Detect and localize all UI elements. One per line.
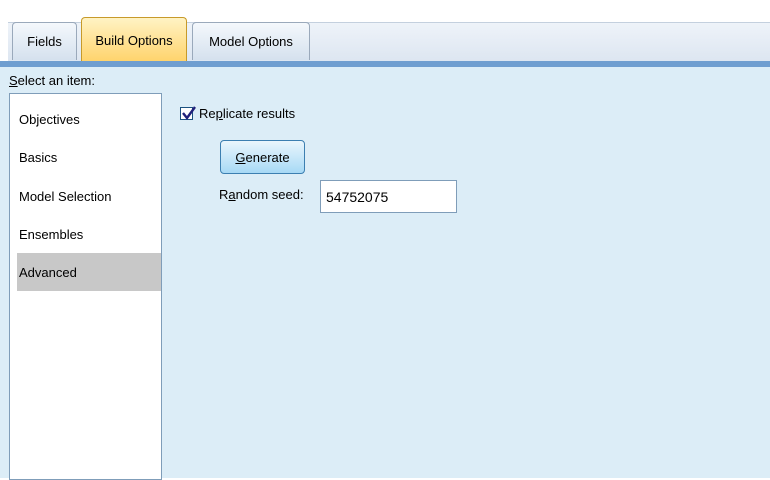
replicate-results-checkbox[interactable] — [180, 106, 196, 120]
tab-bar: Fields Build Options Model Options — [0, 0, 770, 70]
list-item-model-selection[interactable]: Model Selection — [17, 177, 161, 215]
list-item-label: Model Selection — [19, 188, 112, 204]
select-item-label: Select an item: — [9, 73, 95, 88]
list-item-label: Advanced — [19, 264, 77, 280]
tab-model-options-label: Model Options — [209, 34, 293, 49]
tab-fields-label: Fields — [27, 34, 62, 49]
list-item-advanced[interactable]: Advanced — [17, 253, 161, 291]
generate-button-label: Generate — [235, 149, 290, 165]
random-seed-input[interactable] — [320, 180, 457, 213]
list-item-label: Objectives — [19, 111, 80, 127]
list-item-label: Basics — [19, 149, 58, 165]
list-item-objectives[interactable]: Objectives — [17, 100, 161, 138]
tab-model-options[interactable]: Model Options — [192, 22, 310, 60]
build-options-panel: Select an item: Objectives Basics Model … — [0, 67, 770, 480]
generate-button[interactable]: Generate — [220, 140, 305, 174]
item-list[interactable]: Objectives Basics Model Selection Ensemb… — [9, 93, 162, 480]
list-item-ensembles[interactable]: Ensembles — [17, 215, 161, 253]
replicate-results-label: Replicate results — [199, 106, 296, 121]
random-seed-label: Random seed: — [219, 187, 304, 202]
tab-build-options[interactable]: Build Options — [81, 17, 187, 62]
replicate-results-option[interactable]: Replicate results — [180, 106, 295, 121]
checkmark-icon — [182, 106, 196, 120]
list-item-basics[interactable]: Basics — [17, 138, 161, 176]
tab-fields[interactable]: Fields — [12, 22, 77, 60]
list-item-label: Ensembles — [19, 226, 84, 242]
tab-build-options-label: Build Options — [95, 32, 173, 48]
